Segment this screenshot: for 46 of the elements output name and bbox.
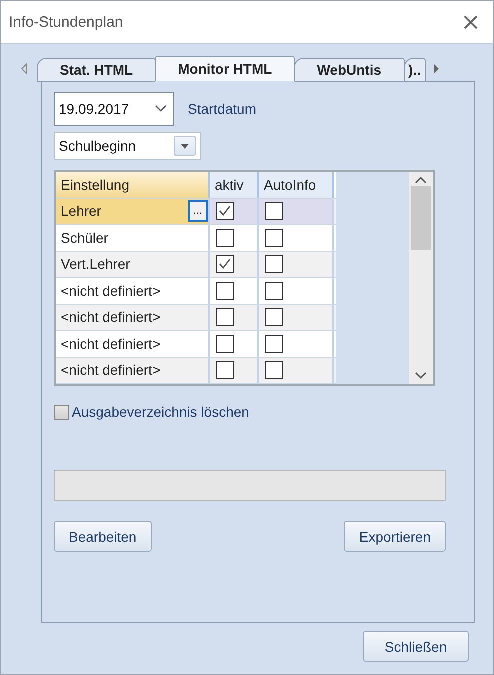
checkbox[interactable]	[54, 404, 69, 420]
close-button[interactable]: ×	[460, 10, 481, 34]
checkbox[interactable]	[265, 202, 283, 220]
chevron-down-icon[interactable]	[415, 372, 427, 380]
checkbox[interactable]	[265, 361, 283, 380]
caret-icon	[181, 144, 189, 148]
dropdown[interactable]: Schulbeginn	[54, 132, 201, 160]
checkbox[interactable]	[265, 334, 283, 353]
row-name: <nicht definiert>	[61, 336, 161, 352]
row-name: Lehrer	[61, 203, 102, 220]
checkbox[interactable]	[216, 308, 234, 326]
checkbox[interactable]	[216, 228, 234, 247]
row-name: Schüler	[61, 230, 108, 246]
checkbox[interactable]	[216, 282, 234, 300]
date-picker[interactable]: 19.09.2017	[54, 92, 174, 126]
checkbox[interactable]	[216, 361, 234, 380]
tab[interactable]: )..	[404, 58, 426, 82]
row-name: <nicht definiert>	[61, 309, 161, 326]
row-name: Vert.Lehrer	[61, 256, 130, 272]
checkbox[interactable]	[265, 282, 283, 300]
export-button[interactable]: Exportieren	[344, 521, 446, 552]
checkbox[interactable]	[216, 202, 234, 220]
checkbox[interactable]	[216, 255, 234, 274]
checkbox[interactable]	[265, 255, 283, 274]
close-dialog-button[interactable]: Schließen	[363, 631, 469, 662]
table-cell[interactable]: Lehrer ...	[56, 198, 210, 224]
ellipsis-button[interactable]: ...	[188, 200, 208, 222]
chevron-down-icon	[155, 105, 167, 113]
field-label: Startdatum	[188, 101, 256, 117]
checkbox[interactable]	[265, 228, 283, 247]
column-header[interactable]: AutoInfo	[259, 172, 334, 198]
row-name: <nicht definiert>	[61, 282, 161, 299]
tab[interactable]: WebUntis	[294, 58, 405, 82]
chevron-up-icon[interactable]	[415, 176, 427, 184]
checkbox[interactable]	[265, 308, 283, 326]
window-title: Info-Stundenplan	[9, 14, 124, 30]
edit-button[interactable]: Bearbeiten	[54, 521, 152, 552]
column-header[interactable]: Einstellung	[56, 172, 210, 198]
row-name: <nicht definiert>	[61, 362, 161, 378]
column-header[interactable]: aktiv	[210, 172, 259, 198]
tab[interactable]: Monitor HTML	[155, 56, 296, 82]
tab[interactable]: Stat. HTML	[37, 58, 156, 82]
checkbox[interactable]	[216, 334, 234, 353]
scrollbar[interactable]	[409, 172, 433, 384]
checkbox-label: Ausgabeverzeichnis löschen	[72, 404, 250, 420]
dropdown-button[interactable]	[174, 136, 196, 156]
